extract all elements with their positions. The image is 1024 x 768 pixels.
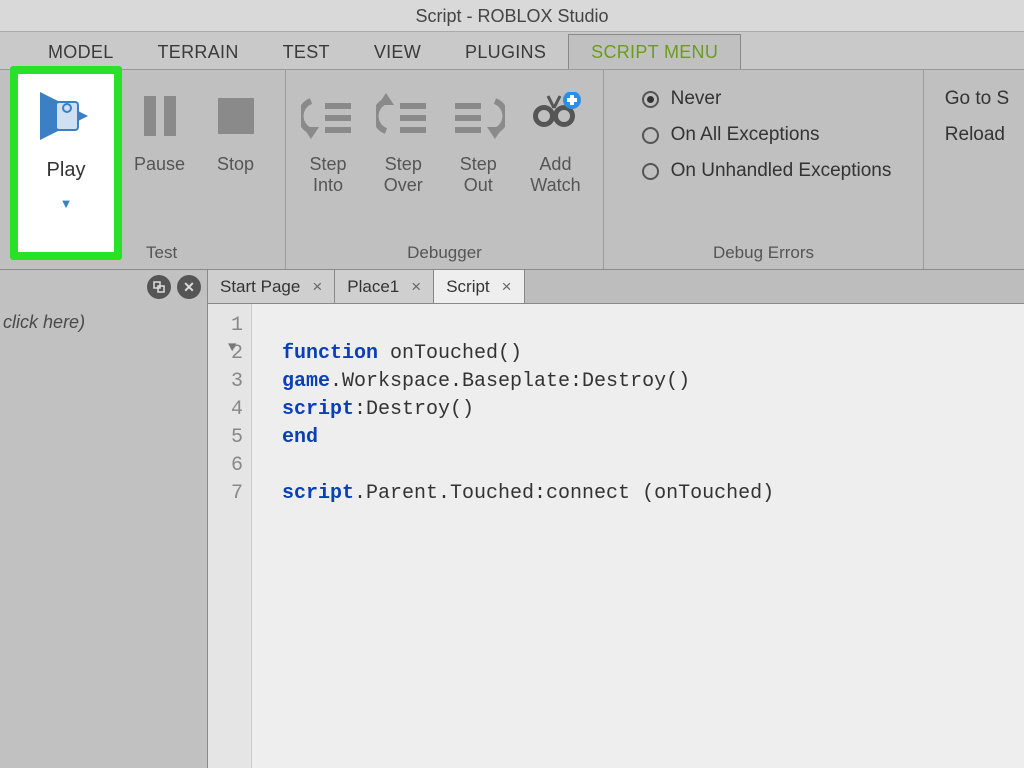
editor-tabstrip: Start Page × Place1 × Script × bbox=[208, 270, 1024, 304]
keyword: script bbox=[282, 398, 354, 421]
tab-model[interactable]: MODEL bbox=[26, 35, 136, 69]
close-icon[interactable]: × bbox=[411, 277, 421, 297]
title-bar: Script - ROBLOX Studio bbox=[0, 0, 1024, 32]
tab-view[interactable]: VIEW bbox=[352, 35, 443, 69]
tab-plugins[interactable]: PLUGINS bbox=[443, 35, 568, 69]
play-button[interactable]: Play ▼ bbox=[10, 66, 122, 260]
line-number: 3 bbox=[208, 368, 243, 396]
document-area: ✕ ouble click here) Start Page × Place1 × … bbox=[0, 270, 1024, 768]
popout-icon bbox=[153, 281, 166, 294]
play-label: Play bbox=[47, 159, 86, 182]
editor-tab-label: Place1 bbox=[347, 277, 399, 297]
reload-button[interactable]: Reload bbox=[945, 124, 1009, 146]
stop-icon bbox=[208, 88, 264, 144]
play-dropdown-icon[interactable]: ▼ bbox=[60, 196, 73, 211]
pause-button[interactable]: Pause bbox=[122, 78, 198, 233]
code-text: .Parent.Touched:connect (onTouched) bbox=[354, 482, 774, 505]
pause-label: Pause bbox=[134, 154, 185, 175]
line-number: 5 bbox=[208, 424, 243, 452]
panel-popout-button[interactable] bbox=[147, 275, 171, 299]
close-icon[interactable]: × bbox=[312, 277, 322, 297]
editor-tab-start-page[interactable]: Start Page × bbox=[208, 270, 335, 303]
editor-tab-label: Start Page bbox=[220, 277, 300, 297]
radio-never-label: Never bbox=[671, 88, 722, 110]
radio-never[interactable]: Never bbox=[642, 88, 892, 110]
keyword: script bbox=[282, 482, 354, 505]
keyword: function bbox=[282, 342, 378, 365]
radio-icon bbox=[642, 91, 659, 108]
add-watch-label: Add Watch bbox=[524, 154, 587, 195]
keyword: game bbox=[282, 370, 330, 393]
line-gutter: 1 2 3 4 5 6 7 bbox=[208, 304, 252, 768]
step-over-icon bbox=[375, 88, 431, 144]
pause-icon bbox=[132, 88, 188, 144]
step-out-button[interactable]: Step Out bbox=[443, 78, 514, 233]
step-over-button[interactable]: Step Over bbox=[364, 78, 443, 233]
step-into-button[interactable]: Step Into bbox=[292, 78, 364, 233]
code-text: :Destroy() bbox=[354, 398, 474, 421]
step-out-label: Step Out bbox=[453, 154, 504, 195]
add-watch-button[interactable]: Add Watch bbox=[514, 78, 597, 233]
code-text: .Workspace.Baseplate:Destroy() bbox=[330, 370, 690, 393]
goto-script-error-button[interactable]: Go to S bbox=[945, 88, 1009, 110]
group-label-test: Test bbox=[146, 239, 177, 269]
ribbon-tabstrip: MODEL TERRAIN TEST VIEW PLUGINS SCRIPT M… bbox=[0, 32, 1024, 70]
explorer-panel: ✕ ouble click here) bbox=[0, 270, 208, 768]
stop-button[interactable]: Stop bbox=[198, 78, 274, 233]
tab-script-menu[interactable]: SCRIPT MENU bbox=[568, 34, 741, 69]
line-number: 7 bbox=[208, 480, 243, 508]
radio-on-unhandled-exceptions[interactable]: On Unhandled Exceptions bbox=[642, 160, 892, 182]
keyword: end bbox=[282, 426, 318, 449]
radio-icon bbox=[642, 127, 659, 144]
group-label-debugger: Debugger bbox=[407, 239, 482, 269]
editor-tab-script[interactable]: Script × bbox=[434, 270, 524, 303]
editor-body[interactable]: 1 2 3 4 5 6 7 ▼ function onTouched() gam… bbox=[208, 304, 1024, 768]
step-out-icon bbox=[450, 88, 506, 144]
code-area[interactable]: ▼ function onTouched() game.Workspace.Ba… bbox=[252, 304, 1024, 768]
radio-on-all-label: On All Exceptions bbox=[671, 124, 820, 146]
editor-tab-place1[interactable]: Place1 × bbox=[335, 270, 434, 303]
group-label-debug-errors: Debug Errors bbox=[713, 239, 814, 269]
add-watch-icon bbox=[527, 88, 583, 144]
step-into-icon bbox=[300, 88, 356, 144]
code-editor: Start Page × Place1 × Script × 1 2 3 4 5 6 … bbox=[208, 270, 1024, 768]
radio-icon bbox=[642, 163, 659, 180]
filter-hint[interactable]: ouble click here) bbox=[0, 304, 207, 333]
step-into-label: Step Into bbox=[302, 154, 354, 195]
panel-close-button[interactable]: ✕ bbox=[177, 275, 201, 299]
radio-on-all-exceptions[interactable]: On All Exceptions bbox=[642, 124, 892, 146]
line-number: 6 bbox=[208, 452, 243, 480]
ribbon: Play ▼ Pause Stop Test bbox=[0, 70, 1024, 270]
line-number: 2 bbox=[208, 340, 243, 368]
fold-icon[interactable]: ▼ bbox=[228, 334, 236, 362]
window-title: Script - ROBLOX Studio bbox=[415, 6, 608, 26]
line-number: 4 bbox=[208, 396, 243, 424]
radio-on-unhandled-label: On Unhandled Exceptions bbox=[671, 160, 892, 182]
line-number: 1 bbox=[208, 312, 243, 340]
tab-test[interactable]: TEST bbox=[261, 35, 352, 69]
step-over-label: Step Over bbox=[374, 154, 433, 195]
close-icon[interactable]: × bbox=[502, 277, 512, 297]
tab-terrain[interactable]: TERRAIN bbox=[136, 35, 261, 69]
editor-tab-label: Script bbox=[446, 277, 489, 297]
code-text: onTouched() bbox=[378, 342, 522, 365]
stop-label: Stop bbox=[217, 154, 254, 175]
close-icon: ✕ bbox=[183, 279, 195, 296]
play-icon bbox=[34, 88, 98, 149]
